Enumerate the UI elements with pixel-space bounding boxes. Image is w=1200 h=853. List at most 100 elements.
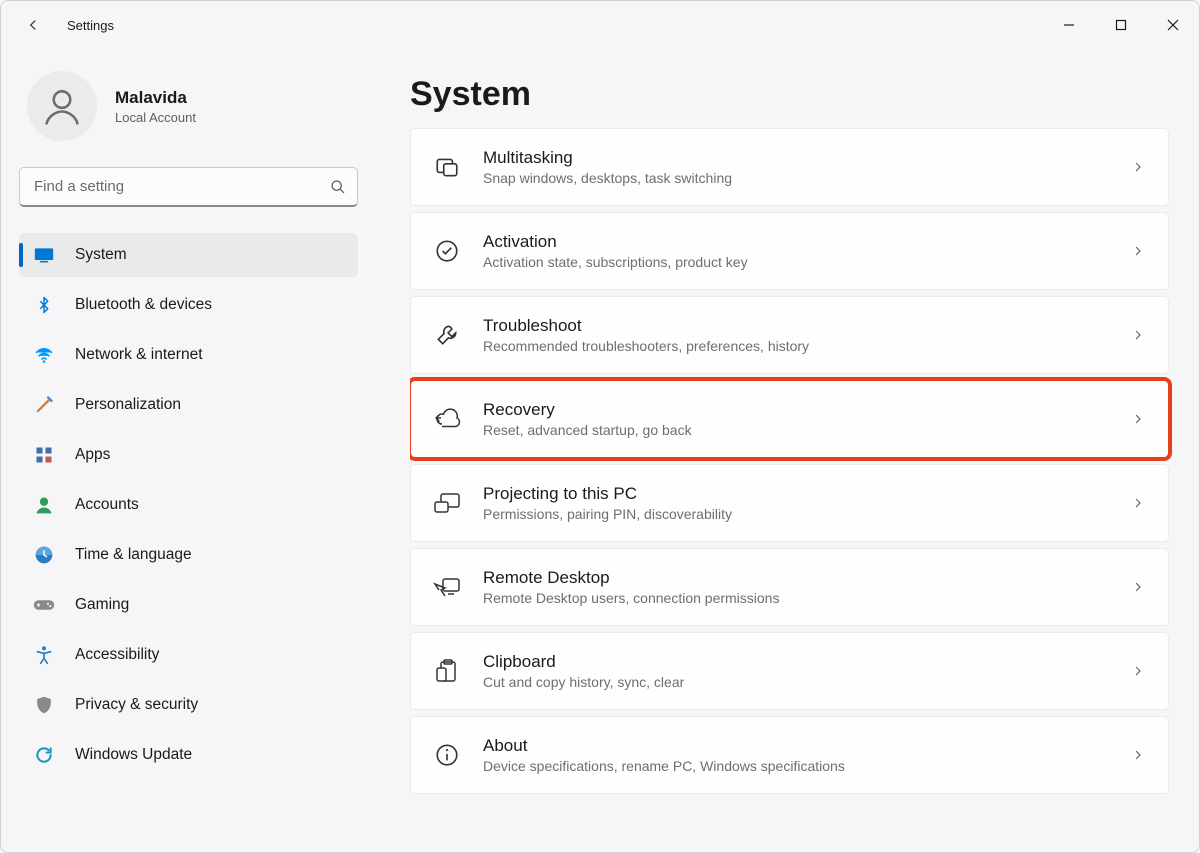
sidebar-item-label: Apps (75, 446, 110, 464)
chevron-right-icon (1130, 327, 1146, 343)
sidebar-item-label: Bluetooth & devices (75, 296, 212, 314)
profile-block[interactable]: Malavida Local Account (19, 63, 358, 161)
chevron-right-icon (1130, 747, 1146, 763)
sidebar-item-label: Accounts (75, 496, 139, 514)
card-title: Clipboard (483, 652, 1108, 672)
content: System Multitasking Snap windows, deskto… (376, 49, 1199, 852)
card-text: About Device specifications, rename PC, … (483, 736, 1108, 774)
troubleshoot-icon (433, 322, 461, 348)
card-title: About (483, 736, 1108, 756)
minimize-button[interactable] (1043, 5, 1095, 45)
bluetooth-icon (33, 295, 55, 315)
apps-icon (33, 446, 55, 464)
network-icon (33, 345, 55, 365)
card-text: Troubleshoot Recommended troubleshooters… (483, 316, 1108, 354)
sidebar-item-personalization[interactable]: Personalization (19, 383, 358, 427)
card-subtitle: Permissions, pairing PIN, discoverabilit… (483, 506, 1108, 522)
card-subtitle: Recommended troubleshooters, preferences… (483, 338, 1108, 354)
sidebar-item-gaming[interactable]: Gaming (19, 583, 358, 627)
card-subtitle: Device specifications, rename PC, Window… (483, 758, 1108, 774)
accounts-icon (33, 495, 55, 515)
system-icon (33, 247, 55, 263)
card-title: Troubleshoot (483, 316, 1108, 336)
titlebar: Settings (1, 1, 1199, 49)
sidebar-item-accounts[interactable]: Accounts (19, 483, 358, 527)
sidebar-item-label: Windows Update (75, 746, 192, 764)
settings-card-about[interactable]: About Device specifications, rename PC, … (410, 716, 1169, 794)
nav-list: System Bluetooth & devices Network & int… (19, 233, 358, 777)
card-title: Projecting to this PC (483, 484, 1108, 504)
activation-icon (433, 238, 461, 264)
gaming-icon (33, 597, 55, 613)
profile-subtitle: Local Account (115, 110, 196, 125)
card-title: Remote Desktop (483, 568, 1108, 588)
card-text: Clipboard Cut and copy history, sync, cl… (483, 652, 1108, 690)
maximize-button[interactable] (1095, 5, 1147, 45)
projecting-icon (433, 491, 461, 515)
window-title: Settings (67, 18, 114, 33)
sidebar-item-label: Gaming (75, 596, 129, 614)
settings-card-troubleshoot[interactable]: Troubleshoot Recommended troubleshooters… (410, 296, 1169, 374)
settings-card-activation[interactable]: Activation Activation state, subscriptio… (410, 212, 1169, 290)
settings-card-projecting[interactable]: Projecting to this PC Permissions, pairi… (410, 464, 1169, 542)
card-title: Recovery (483, 400, 1108, 420)
sidebar-item-label: Time & language (75, 546, 192, 564)
card-title: Activation (483, 232, 1108, 252)
sidebar-item-system[interactable]: System (19, 233, 358, 277)
close-button[interactable] (1147, 5, 1199, 45)
sidebar-item-label: Personalization (75, 396, 181, 414)
sidebar-item-time[interactable]: Time & language (19, 533, 358, 577)
chevron-right-icon (1130, 411, 1146, 427)
search-input[interactable] (19, 167, 358, 207)
clipboard-icon (433, 658, 461, 684)
back-button[interactable] (17, 9, 49, 41)
time-icon (33, 545, 55, 565)
card-subtitle: Remote Desktop users, connection permiss… (483, 590, 1108, 606)
card-text: Activation Activation state, subscriptio… (483, 232, 1108, 270)
chevron-right-icon (1130, 495, 1146, 511)
sidebar-item-windowsupdate[interactable]: Windows Update (19, 733, 358, 777)
sidebar-item-network[interactable]: Network & internet (19, 333, 358, 377)
chevron-right-icon (1130, 159, 1146, 175)
settings-card-recovery[interactable]: Recovery Reset, advanced startup, go bac… (410, 380, 1169, 458)
sidebar-item-bluetooth[interactable]: Bluetooth & devices (19, 283, 358, 327)
remotedesktop-icon (433, 575, 461, 599)
card-subtitle: Snap windows, desktops, task switching (483, 170, 1108, 186)
accessibility-icon (33, 645, 55, 665)
card-subtitle: Activation state, subscriptions, product… (483, 254, 1108, 270)
card-text: Projecting to this PC Permissions, pairi… (483, 484, 1108, 522)
recovery-icon (433, 406, 461, 432)
search-wrap (19, 167, 358, 207)
close-icon (1167, 19, 1179, 31)
search-icon (330, 179, 346, 195)
settings-card-clipboard[interactable]: Clipboard Cut and copy history, sync, cl… (410, 632, 1169, 710)
personalization-icon (33, 395, 55, 415)
profile-name: Malavida (115, 88, 196, 108)
card-title: Multitasking (483, 148, 1108, 168)
about-icon (433, 742, 461, 768)
chevron-right-icon (1130, 579, 1146, 595)
arrow-left-icon (24, 16, 42, 34)
multitasking-icon (433, 154, 461, 180)
user-icon (40, 84, 84, 128)
sidebar: Malavida Local Account System Bluetooth … (1, 49, 376, 852)
sidebar-item-label: Network & internet (75, 346, 203, 364)
sidebar-item-accessibility[interactable]: Accessibility (19, 633, 358, 677)
avatar (27, 71, 97, 141)
sidebar-item-label: System (75, 246, 127, 264)
sidebar-item-privacy[interactable]: Privacy & security (19, 683, 358, 727)
card-text: Remote Desktop Remote Desktop users, con… (483, 568, 1108, 606)
minimize-icon (1063, 19, 1075, 31)
settings-card-multitasking[interactable]: Multitasking Snap windows, desktops, tas… (410, 128, 1169, 206)
privacy-icon (33, 695, 55, 715)
maximize-icon (1115, 19, 1127, 31)
settings-cards: Multitasking Snap windows, desktops, tas… (410, 128, 1179, 794)
windowsupdate-icon (33, 745, 55, 765)
sidebar-item-label: Accessibility (75, 646, 159, 664)
card-subtitle: Cut and copy history, sync, clear (483, 674, 1108, 690)
sidebar-item-apps[interactable]: Apps (19, 433, 358, 477)
page-heading: System (410, 75, 1179, 114)
settings-card-remotedesktop[interactable]: Remote Desktop Remote Desktop users, con… (410, 548, 1169, 626)
chevron-right-icon (1130, 663, 1146, 679)
card-text: Recovery Reset, advanced startup, go bac… (483, 400, 1108, 438)
